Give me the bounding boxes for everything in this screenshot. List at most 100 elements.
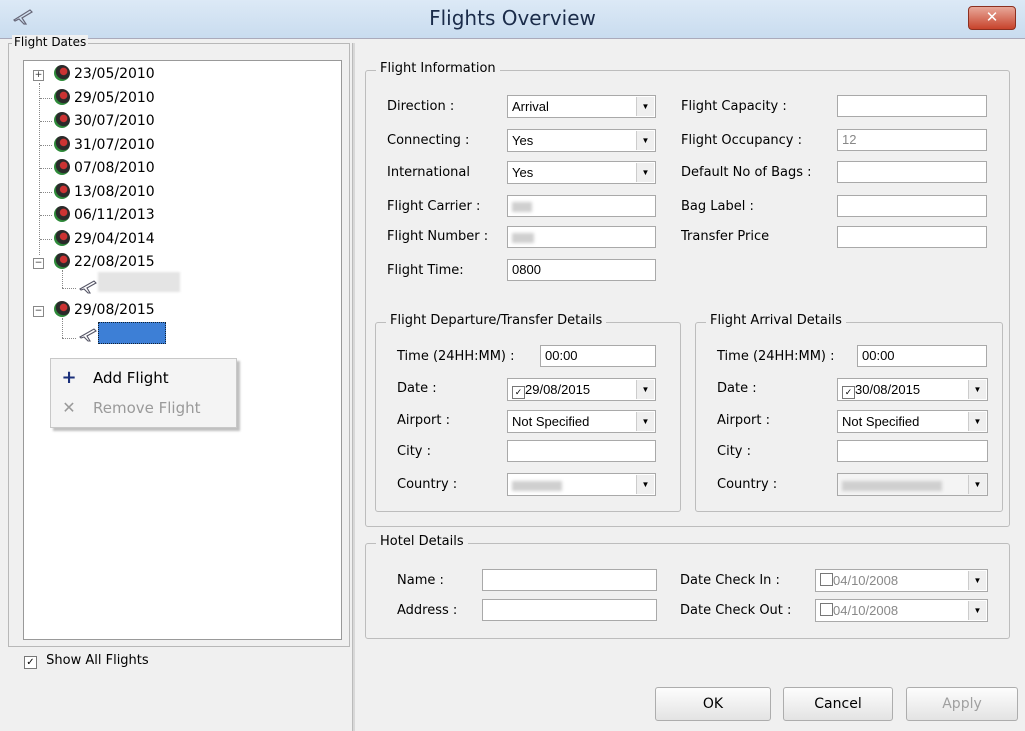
arrival-time-input[interactable]: 00:00 — [857, 345, 987, 367]
default-bags-input[interactable] — [837, 161, 987, 183]
flight-occupancy-label: Flight Occupancy : — [681, 133, 802, 148]
add-flight-menu-item[interactable]: + Add Flight — [51, 363, 236, 393]
hotel-address-input[interactable] — [482, 599, 657, 621]
cancel-button[interactable]: Cancel — [783, 687, 893, 721]
show-all-flights-label: Show All Flights — [46, 653, 149, 668]
direction-label: Direction : — [387, 99, 455, 114]
context-menu: + Add Flight ✕ Remove Flight — [50, 358, 237, 428]
checkbox-icon[interactable] — [820, 603, 833, 616]
checkbox-icon[interactable] — [820, 573, 833, 586]
departure-date-value: 29/08/2015 — [525, 382, 591, 397]
checkbox-icon[interactable]: ✓ — [512, 386, 525, 399]
collapse-icon[interactable]: − — [33, 258, 44, 269]
chevron-down-icon: ▼ — [636, 163, 654, 182]
departure-city-input[interactable] — [507, 440, 656, 462]
tree-node-date[interactable]: 23/05/2010 — [54, 63, 155, 85]
tree-node-date[interactable]: 29/05/2010 — [54, 87, 155, 109]
direction-select[interactable]: Arrival ▼ — [507, 95, 656, 118]
arrival-airport-select[interactable]: Not Specified ▼ — [837, 410, 988, 433]
checkbox-icon: ✓ — [24, 656, 37, 669]
connecting-select[interactable]: Yes ▼ — [507, 129, 656, 152]
tree-node-label: 29/04/2014 — [74, 231, 155, 247]
ok-button[interactable]: OK — [655, 687, 771, 721]
tree-node-label: 30/07/2010 — [74, 113, 155, 129]
flight-capacity-input[interactable] — [837, 95, 987, 117]
globe-icon — [54, 301, 70, 317]
arrival-date-picker[interactable]: ✓ 30/08/2015 ▼ — [837, 378, 988, 401]
hotel-name-input[interactable] — [482, 569, 657, 591]
bag-label-input[interactable] — [837, 195, 987, 217]
apply-button[interactable]: Apply — [906, 687, 1018, 721]
international-select[interactable]: Yes ▼ — [507, 161, 656, 184]
flight-occupancy-input[interactable]: 12 — [837, 129, 987, 151]
transfer-price-input[interactable] — [837, 226, 987, 248]
tree-node-label: 29/05/2010 — [74, 90, 155, 106]
splitter[interactable] — [352, 43, 355, 731]
show-all-flights-checkbox[interactable]: ✓ Show All Flights — [24, 653, 149, 669]
globe-icon — [54, 206, 70, 222]
tree-node-date[interactable]: 29/04/2014 — [54, 228, 155, 250]
departure-city-label: City : — [397, 444, 431, 459]
globe-icon — [54, 230, 70, 246]
check-out-date-picker[interactable]: 04/10/2008 ▼ — [815, 599, 988, 622]
tree-line — [40, 215, 52, 216]
tree-node-date[interactable]: 13/08/2010 — [54, 181, 155, 203]
remove-flight-menu-item[interactable]: ✕ Remove Flight — [51, 393, 236, 423]
check-in-date-picker[interactable]: 04/10/2008 ▼ — [815, 569, 988, 592]
tree-node-date[interactable]: 06/11/2013 — [54, 204, 155, 226]
departure-date-label: Date : — [397, 381, 437, 396]
departure-date-picker[interactable]: ✓ 29/08/2015 ▼ — [507, 378, 656, 401]
arrival-airport-value: Not Specified — [842, 414, 920, 429]
chevron-down-icon: ▼ — [968, 571, 986, 590]
tree-node-label: 07/08/2010 — [74, 160, 155, 176]
tree-line — [39, 83, 40, 255]
close-button[interactable]: ✕ — [968, 6, 1016, 30]
tree-line — [40, 121, 52, 122]
tree-node-flight-selected[interactable] — [98, 322, 166, 344]
tree-node-date[interactable]: 31/07/2010 — [54, 134, 155, 156]
departure-time-input[interactable]: 00:00 — [540, 345, 656, 367]
globe-icon — [54, 183, 70, 199]
tree-node-date[interactable]: 30/07/2010 — [54, 110, 155, 132]
tree-node-date[interactable]: 29/08/2015 — [54, 299, 155, 321]
tree-line — [62, 318, 63, 338]
departure-airport-select[interactable]: Not Specified ▼ — [507, 410, 656, 433]
collapse-icon[interactable]: − — [33, 306, 44, 317]
flight-number-input[interactable] — [507, 226, 656, 248]
expand-icon[interactable]: + — [33, 70, 44, 81]
arrival-airport-label: Airport : — [717, 413, 771, 428]
globe-icon — [54, 89, 70, 105]
tree-node-flight[interactable] — [98, 272, 180, 292]
tree-node-date[interactable]: 07/08/2010 — [54, 157, 155, 179]
default-bags-label: Default No of Bags : — [681, 165, 812, 180]
globe-icon — [54, 159, 70, 175]
arrival-country-select[interactable]: ▼ — [837, 473, 988, 496]
connecting-value: Yes — [512, 133, 534, 148]
tree-node-label: 23/05/2010 — [74, 66, 155, 82]
chevron-down-icon: ▼ — [968, 412, 986, 431]
tree-line — [62, 288, 76, 289]
close-icon: ✕ — [985, 8, 999, 26]
transfer-price-label: Transfer Price — [681, 229, 770, 244]
check-in-value: 04/10/2008 — [833, 573, 899, 588]
departure-time-label: Time (24HH:MM) : — [397, 349, 515, 364]
tree-node-label: 22/08/2015 — [74, 254, 155, 270]
checkbox-icon[interactable]: ✓ — [842, 386, 855, 399]
direction-value: Arrival — [512, 99, 549, 114]
chevron-down-icon: ▼ — [968, 380, 986, 399]
flight-number-label: Flight Number : — [387, 229, 489, 244]
flight-carrier-input[interactable] — [507, 195, 656, 217]
flight-time-input[interactable]: 0800 — [507, 259, 656, 281]
remove-flight-label: Remove Flight — [93, 399, 201, 417]
departure-country-label: Country : — [397, 477, 458, 492]
arrival-date-value: 30/08/2015 — [855, 382, 921, 397]
tree-node-label: 31/07/2010 — [74, 137, 155, 153]
departure-country-select[interactable]: ▼ — [507, 473, 656, 496]
arrival-country-label: Country : — [717, 477, 778, 492]
chevron-down-icon: ▼ — [636, 412, 654, 431]
chevron-down-icon: ▼ — [968, 475, 986, 494]
tree-node-date[interactable]: 22/08/2015 — [54, 251, 155, 273]
arrival-city-input[interactable] — [837, 440, 988, 462]
tree-node-label: 13/08/2010 — [74, 184, 155, 200]
x-icon: ✕ — [62, 398, 76, 417]
